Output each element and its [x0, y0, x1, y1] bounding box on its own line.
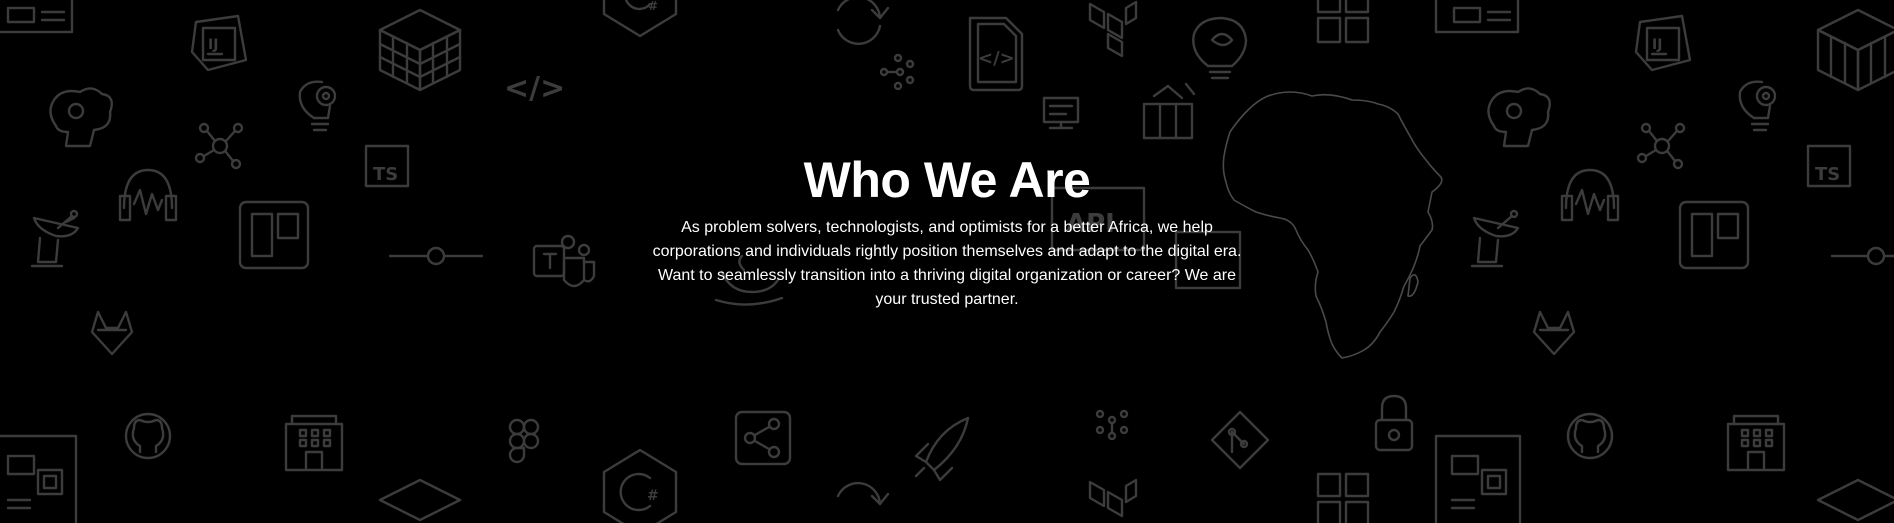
svg-text:#: #: [647, 488, 659, 504]
code-icon: </>: [504, 71, 565, 106]
svg-text:IJ: IJ: [208, 37, 218, 53]
csharp-icon: #: [602, 448, 678, 523]
motherboard-icon: [0, 0, 74, 34]
refresh-icon: [836, 481, 890, 506]
lightbulb-gear-icon: [298, 80, 337, 132]
motherboard-icon: [0, 434, 78, 523]
refresh-icon: [836, 0, 890, 45]
svg-text:</>: </>: [978, 48, 1015, 69]
intellij-icon: IJ: [190, 14, 248, 72]
gitlab-icon: [1532, 310, 1576, 356]
monitor-icon: [1042, 96, 1080, 130]
github-icon: [1566, 412, 1614, 460]
section-title: Who We Are: [803, 152, 1091, 208]
windows-icon: [1316, 0, 1370, 44]
share-icon: [734, 410, 792, 466]
terraform-icon: [1088, 0, 1138, 58]
git-graph-icon: [879, 53, 915, 91]
svg-text:IJ: IJ: [1652, 37, 1662, 53]
building-icon: [1726, 414, 1786, 472]
lightbulb-icon: [1192, 16, 1248, 80]
svg-text:#: #: [648, 0, 658, 13]
git-icon: [1210, 410, 1270, 470]
rubiks-cube-icon: [1816, 8, 1894, 92]
building-icon: [284, 414, 344, 472]
section-description: As problem solvers, technologists, and o…: [652, 219, 1242, 308]
brain-icon: [1487, 87, 1551, 148]
intellij-icon: IJ: [1634, 14, 1692, 72]
lock-icon: [1374, 394, 1414, 452]
figma-icon: [508, 418, 540, 464]
rubiks-cube-icon: [378, 8, 462, 92]
csharp-icon: #: [602, 0, 678, 38]
rocket-icon: [914, 416, 970, 482]
motherboard-icon: [1434, 434, 1522, 523]
code-file-icon: </>: [968, 16, 1024, 92]
terraform-icon: [1088, 478, 1138, 518]
hero-content: Who We Are As problem solvers, technolog…: [0, 150, 1894, 312]
svg-text:</>: </>: [504, 71, 565, 106]
github-icon: [124, 412, 172, 460]
git-graph-icon: [1095, 409, 1129, 441]
motherboard-icon: [1434, 0, 1520, 34]
lightbulb-gear-icon: [1738, 80, 1777, 132]
who-we-are-section: IJ # </> IJ </> TS API # TS Who We Are A…: [0, 0, 1894, 523]
windows-icon: [1316, 472, 1370, 523]
brain-icon: [49, 87, 113, 148]
puzzle-icon: [1142, 82, 1196, 140]
gitlab-icon: [90, 310, 134, 356]
